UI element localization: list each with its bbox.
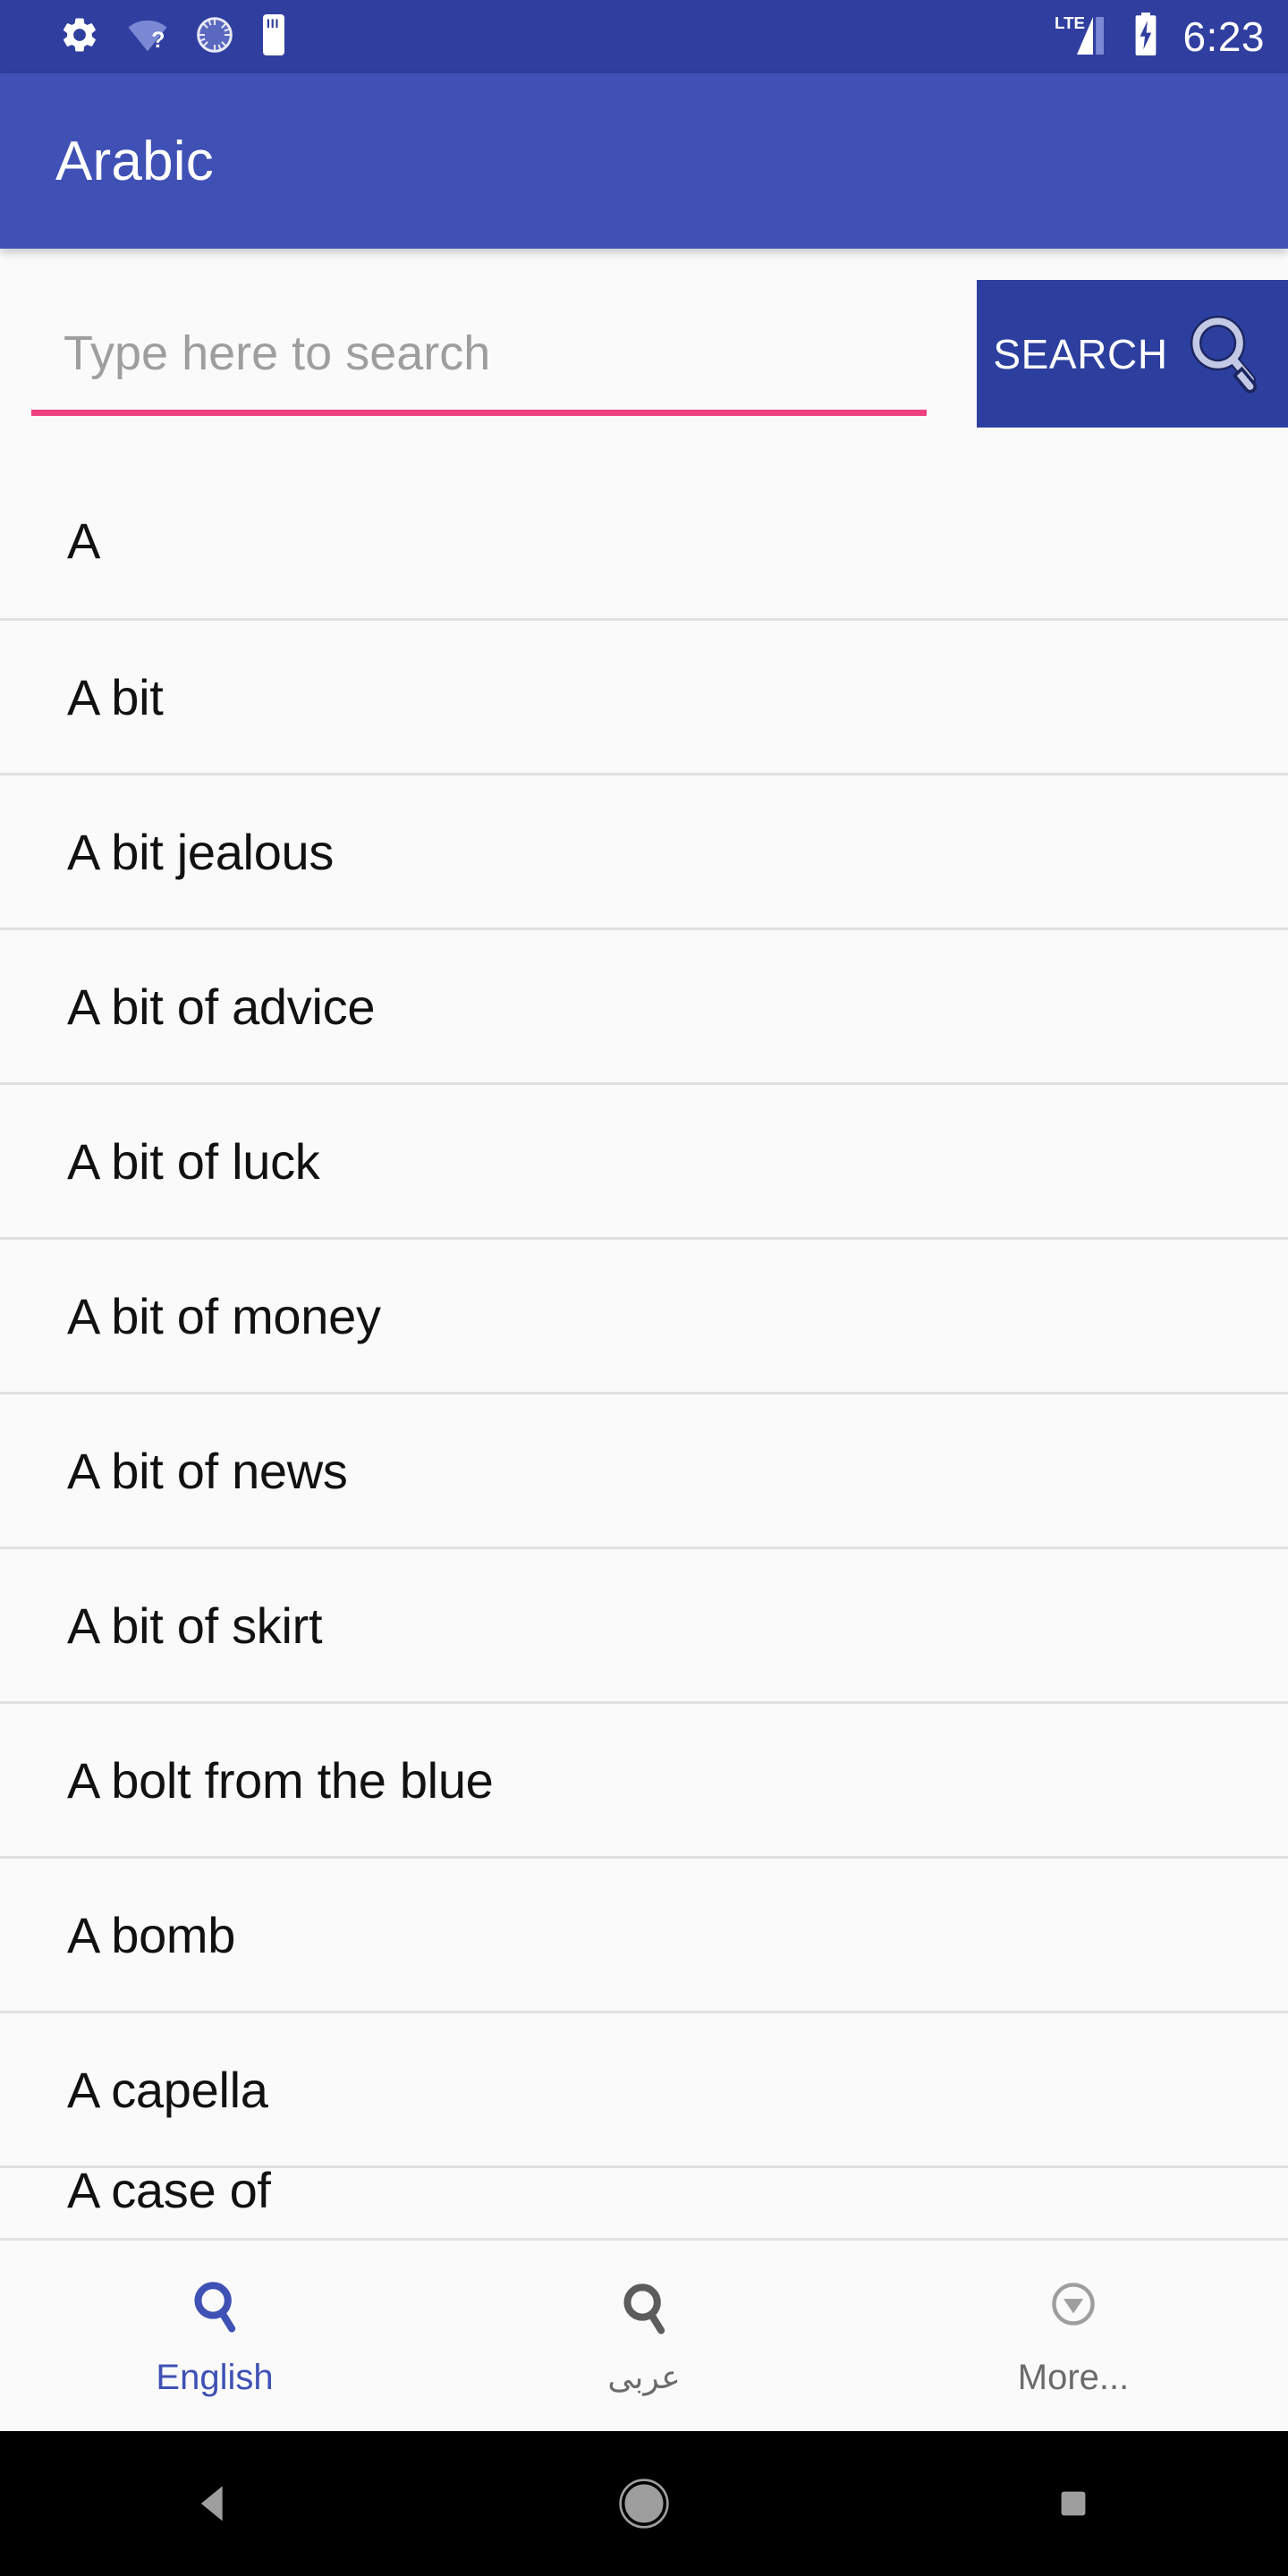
tab-english-label: English (156, 2357, 274, 2397)
lte-signal-icon: LTE (1054, 12, 1118, 63)
list-item-label: A bit of skirt (67, 1597, 323, 1654)
list-item[interactable]: A bolt from the blue (0, 1701, 1288, 1856)
magnifier-icon (186, 2277, 243, 2342)
list-item[interactable]: A bit of news (0, 1392, 1288, 1546)
app-screen: ? LTE 6:23 Arabic Type here to search SE… (0, 0, 1288, 2576)
list-item-label: A bit (67, 668, 164, 725)
battery-charging-icon (1132, 12, 1159, 62)
bottom-navigation: English عربى More... (0, 2238, 1288, 2431)
search-input-underline (31, 410, 927, 416)
tab-english[interactable]: English (0, 2241, 429, 2431)
list-item-label: A bit of news (67, 1442, 348, 1499)
list-item[interactable]: A bomb (0, 1856, 1288, 2011)
list-item-label: A bomb (67, 1906, 236, 1963)
magnifier-icon (1181, 309, 1263, 398)
status-bar-clock: 6:23 (1182, 13, 1265, 60)
search-button[interactable]: SEARCH (977, 280, 1288, 428)
sd-card-icon (261, 13, 290, 60)
list-item-label: A bit jealous (67, 823, 335, 880)
list-item-label: A bit of advice (67, 978, 376, 1035)
status-bar: ? LTE 6:23 (0, 0, 1288, 73)
status-bar-left-icons: ? (59, 13, 290, 60)
list-item[interactable]: A capella (0, 2011, 1288, 2165)
page-title: Arabic (55, 130, 214, 192)
tab-arabic[interactable]: عربى (429, 2241, 859, 2431)
search-button-label: SEARCH (993, 330, 1168, 377)
list-item-label: A (67, 513, 101, 569)
tab-arabic-label: عربى (607, 2358, 681, 2395)
sync-circle-icon (195, 15, 234, 59)
wifi-question-icon: ? (127, 17, 168, 57)
system-navigation-bar (0, 2431, 1288, 2576)
back-triangle-icon[interactable] (134, 2431, 295, 2576)
list-item-label: A case of (67, 2165, 271, 2218)
list-item-label: A bolt from the blue (67, 1751, 494, 1809)
magnifier-icon (615, 2279, 673, 2343)
list-item-label: A bit of money (67, 1287, 381, 1344)
tab-more-label: More... (1017, 2357, 1130, 2397)
app-bar: Arabic (0, 73, 1288, 249)
search-field-wrapper (31, 300, 927, 416)
word-list[interactable]: A A bit A bit jealous A bit of advice A … (0, 463, 1288, 2236)
list-item-label: A bit of luck (67, 1132, 320, 1190)
home-circle-icon[interactable] (564, 2431, 724, 2576)
search-input[interactable] (31, 300, 926, 407)
list-item-label: A capella (67, 2061, 268, 2118)
list-item[interactable]: A bit of luck (0, 1082, 1288, 1237)
list-item[interactable]: A (0, 463, 1288, 618)
list-item[interactable]: A bit of advice (0, 928, 1288, 1082)
status-bar-right-icons: LTE 6:23 (1054, 12, 1265, 63)
svg-text:?: ? (151, 28, 165, 53)
recents-square-icon[interactable] (993, 2431, 1154, 2576)
search-bar: SEARCH (0, 249, 1288, 463)
list-item[interactable]: A bit (0, 618, 1288, 773)
circle-chevron-down-icon (1045, 2277, 1102, 2342)
list-item[interactable]: A bit of money (0, 1237, 1288, 1392)
tab-more[interactable]: More... (859, 2241, 1288, 2431)
list-item[interactable]: A bit of skirt (0, 1546, 1288, 1701)
svg-text:LTE: LTE (1055, 13, 1085, 32)
list-item[interactable]: A case of (0, 2165, 1288, 2219)
list-item[interactable]: A bit jealous (0, 773, 1288, 928)
gear-icon (59, 14, 100, 60)
